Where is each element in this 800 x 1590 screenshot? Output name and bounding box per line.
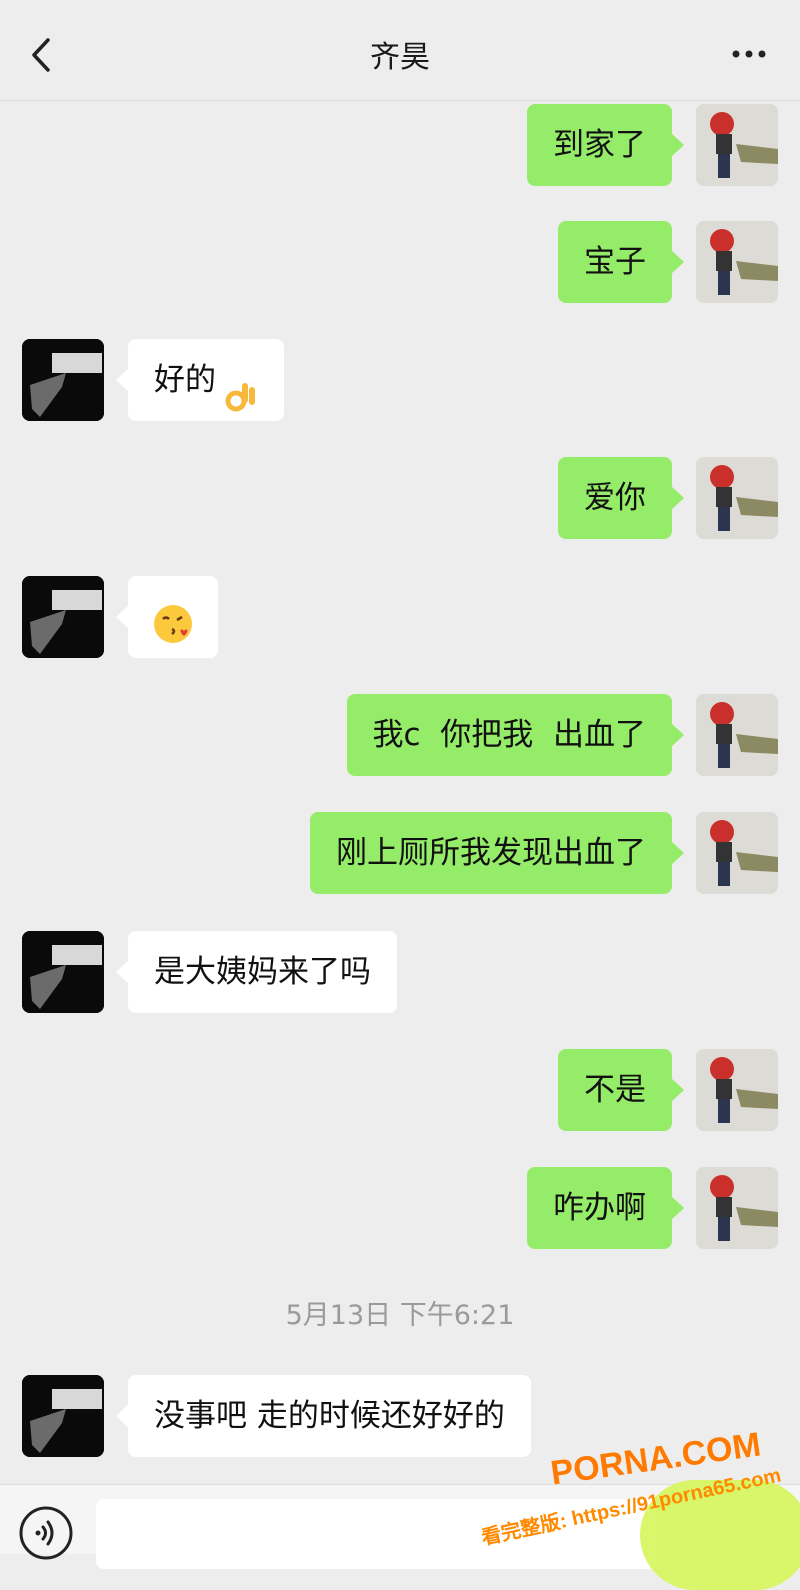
user-photo-avatar-icon [696, 812, 778, 894]
message-bubble-sent[interactable]: 宝子 [558, 221, 684, 303]
user-photo-avatar-icon [696, 1049, 778, 1131]
friend-avatar[interactable] [22, 1375, 104, 1457]
message-text: 好的 [154, 362, 216, 398]
my-avatar[interactable] [696, 694, 778, 776]
my-avatar[interactable] [696, 457, 778, 539]
message-bubble-received[interactable]: 好的 [116, 339, 284, 421]
chat-header: 齐昊 [0, 0, 800, 101]
message-bubble-sent[interactable]: 我c 你把我 出血了 [346, 694, 685, 776]
message-bubble-sent[interactable]: 不是 [558, 1049, 684, 1131]
input-bar [0, 1484, 800, 1569]
user-photo-avatar-icon [696, 694, 778, 776]
friend-photo-avatar-icon [22, 1375, 104, 1457]
my-avatar[interactable] [696, 1167, 778, 1249]
friend-avatar[interactable] [22, 576, 104, 658]
message-text: 咋办啊 [553, 1190, 646, 1226]
message-bubble-sent[interactable]: 爱你 [558, 457, 684, 539]
message-text: 刚上厕所我发现出血了 [336, 835, 646, 871]
message-bubble-received[interactable]: 没事吧 走的时候还好好的 [116, 1375, 531, 1457]
ok-hand-emoji-icon [222, 364, 258, 411]
my-avatar[interactable] [696, 812, 778, 894]
friend-photo-avatar-icon [22, 931, 104, 1013]
friend-avatar[interactable] [22, 931, 104, 1013]
chat-timestamp: 5月13日 下午6:21 [285, 1300, 515, 1331]
message-input[interactable] [96, 1499, 656, 1569]
message-text: 到家了 [553, 127, 646, 163]
message-bubble-received[interactable] [116, 576, 218, 658]
message-bubble-sent[interactable]: 咋办啊 [527, 1167, 684, 1249]
my-avatar[interactable] [696, 221, 778, 303]
user-photo-avatar-icon [696, 1167, 778, 1249]
message-bubble-received[interactable]: 是大姨妈来了吗 [116, 931, 397, 1013]
message-text: 没事吧 走的时候还好好的 [154, 1398, 505, 1434]
message-bubble-sent[interactable]: 刚上厕所我发现出血了 [310, 812, 684, 894]
more-button[interactable] [730, 30, 770, 70]
friend-avatar[interactable] [22, 339, 104, 421]
friend-photo-avatar-icon [22, 576, 104, 658]
more-dots-icon [732, 50, 766, 58]
message-text: 是大姨妈来了吗 [154, 954, 371, 990]
user-photo-avatar-icon [696, 104, 778, 186]
friend-photo-avatar-icon [22, 339, 104, 421]
message-text: 爱你 [584, 480, 646, 516]
user-photo-avatar-icon [696, 221, 778, 303]
message-bubble-sent[interactable]: 到家了 [527, 104, 684, 186]
my-avatar[interactable] [696, 104, 778, 186]
message-text: 不是 [584, 1072, 646, 1108]
message-text: 宝子 [584, 244, 646, 280]
message-text: 我c 你把我 出血了 [372, 717, 646, 753]
user-photo-avatar-icon [696, 457, 778, 539]
kiss-emoji-icon [150, 596, 196, 643]
my-avatar[interactable] [696, 1049, 778, 1131]
chat-title: 齐昊 [370, 40, 430, 75]
